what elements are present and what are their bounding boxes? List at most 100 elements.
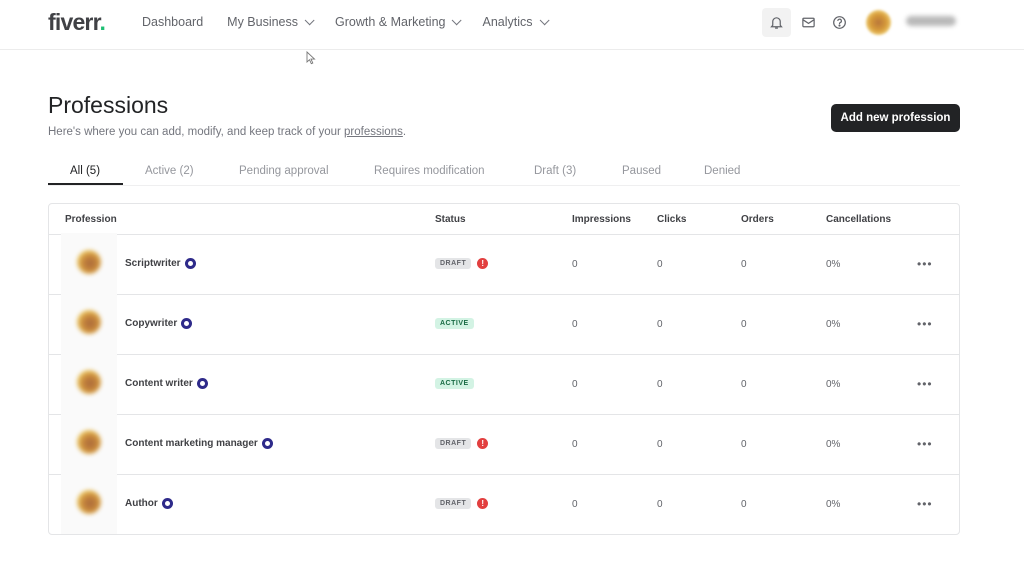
page-subtitle: Here's where you can add, modify, and ke… (48, 126, 406, 138)
cancellations-value: 0% (826, 379, 841, 390)
status-badge: DRAFT (435, 438, 472, 449)
verified-check-icon (196, 378, 208, 389)
nav-my-business[interactable]: My Business (227, 14, 315, 29)
thumbnail-image (77, 430, 101, 454)
bell-icon (770, 17, 783, 29)
orders-value: 0 (741, 259, 747, 270)
status-badge: DRAFT (435, 498, 472, 509)
tab-pending-approval[interactable]: Pending approval (239, 165, 329, 177)
more-options-icon[interactable]: ••• (917, 497, 933, 511)
profession-name-text: Copywriter (125, 318, 178, 329)
thumbnail-image (77, 490, 101, 514)
impressions-value: 0 (572, 259, 578, 270)
nav-label: Analytics (482, 15, 533, 29)
notifications-button[interactable] (762, 8, 791, 37)
profession-name[interactable]: Scriptwriter (125, 258, 196, 269)
table-row[interactable]: Author DRAFT! 0 0 0 0% ••• (49, 473, 959, 534)
status-cell: DRAFT! (435, 498, 489, 509)
profession-name-text: Author (125, 498, 158, 509)
status-cell: ACTIVE (435, 378, 474, 389)
impressions-value: 0 (572, 499, 578, 510)
more-options-icon[interactable]: ••• (917, 317, 933, 331)
status-badge: ACTIVE (435, 378, 474, 389)
nav-label: My Business (227, 15, 299, 29)
chevron-down-icon (452, 14, 463, 25)
mail-icon (802, 17, 815, 28)
status-cell: ACTIVE (435, 318, 474, 329)
more-options-icon[interactable]: ••• (917, 377, 933, 391)
nav-analytics[interactable]: Analytics (482, 14, 550, 29)
table-row[interactable]: Content marketing manager DRAFT! 0 0 0 0% ••• (49, 413, 959, 475)
tab-paused[interactable]: Paused (622, 165, 661, 177)
username-blurred[interactable] (906, 16, 956, 26)
nav-dashboard[interactable]: Dashboard (142, 15, 203, 29)
impressions-value: 0 (572, 319, 578, 330)
nav-growth-marketing[interactable]: Growth & Marketing (335, 14, 463, 29)
logo-dot: . (99, 9, 106, 35)
more-options-icon[interactable]: ••• (917, 437, 933, 451)
column-profession: Profession (65, 214, 117, 225)
user-avatar[interactable] (866, 10, 891, 35)
clicks-value: 0 (657, 319, 663, 330)
profession-name[interactable]: Content writer (125, 378, 208, 389)
mouse-cursor-icon (306, 51, 316, 65)
tab-requires-modification[interactable]: Requires modification (374, 165, 485, 177)
profession-name-text: Scriptwriter (125, 258, 181, 269)
impressions-value: 0 (572, 379, 578, 390)
main-nav: Dashboard My Business Growth & Marketing… (142, 14, 570, 29)
table-header: Profession Status Impressions Clicks Ord… (49, 204, 959, 235)
cancellations-value: 0% (826, 499, 841, 510)
top-navigation-bar: fiverr. Dashboard My Business Growth & M… (0, 0, 1024, 50)
page-title: Professions (48, 92, 169, 118)
table-row[interactable]: Copywriter ACTIVE 0 0 0 0% ••• (49, 293, 959, 355)
status-cell: DRAFT! (435, 258, 489, 269)
thumbnail-image (77, 370, 101, 394)
professions-link[interactable]: professions (344, 126, 403, 138)
help-icon (833, 16, 846, 29)
status-badge: ACTIVE (435, 318, 474, 329)
column-cancellations: Cancellations (826, 214, 892, 225)
tab-denied[interactable]: Denied (704, 165, 740, 177)
clicks-value: 0 (657, 259, 663, 270)
orders-value: 0 (741, 319, 747, 330)
fiverr-logo[interactable]: fiverr. (48, 9, 106, 36)
verified-check-icon (181, 318, 193, 329)
verified-check-icon (261, 438, 273, 449)
more-options-icon[interactable]: ••• (917, 257, 933, 271)
tab-draft[interactable]: Draft (3) (534, 165, 576, 177)
clicks-value: 0 (657, 499, 663, 510)
active-tab-indicator (48, 183, 123, 185)
clicks-value: 0 (657, 379, 663, 390)
help-button[interactable] (825, 8, 854, 37)
cancellations-value: 0% (826, 319, 841, 330)
alert-icon[interactable]: ! (477, 438, 489, 449)
table-row[interactable]: Scriptwriter DRAFT! 0 0 0 0% ••• (49, 233, 959, 295)
orders-value: 0 (741, 499, 747, 510)
profession-name-text: Content marketing manager (125, 438, 258, 449)
alert-icon[interactable]: ! (477, 258, 489, 269)
subtitle-period: . (402, 126, 407, 138)
profession-thumbnail (61, 233, 117, 295)
profession-name[interactable]: Content marketing manager (125, 438, 273, 449)
messages-button[interactable] (794, 8, 823, 37)
profession-thumbnail (61, 353, 117, 415)
tab-all[interactable]: All (5) (70, 165, 100, 177)
profession-name[interactable]: Author (125, 498, 173, 509)
status-badge: DRAFT (435, 258, 472, 269)
column-clicks: Clicks (657, 214, 687, 225)
nav-label: Growth & Marketing (335, 15, 446, 29)
impressions-value: 0 (572, 439, 578, 450)
status-tabs: All (5) Active (2) Pending approval Requ… (48, 156, 960, 186)
cancellations-value: 0% (826, 439, 841, 450)
verified-check-icon (161, 498, 173, 509)
profession-thumbnail (61, 293, 117, 355)
profession-name-text: Content writer (125, 378, 193, 389)
tab-active[interactable]: Active (2) (145, 165, 194, 177)
table-row[interactable]: Content writer ACTIVE 0 0 0 0% ••• (49, 353, 959, 415)
logo-text: fiverr (48, 9, 100, 35)
nav-label: Dashboard (142, 15, 204, 29)
alert-icon[interactable]: ! (477, 498, 489, 509)
orders-value: 0 (741, 379, 747, 390)
profession-name[interactable]: Copywriter (125, 318, 193, 329)
add-new-profession-button[interactable]: Add new profession (831, 104, 960, 132)
